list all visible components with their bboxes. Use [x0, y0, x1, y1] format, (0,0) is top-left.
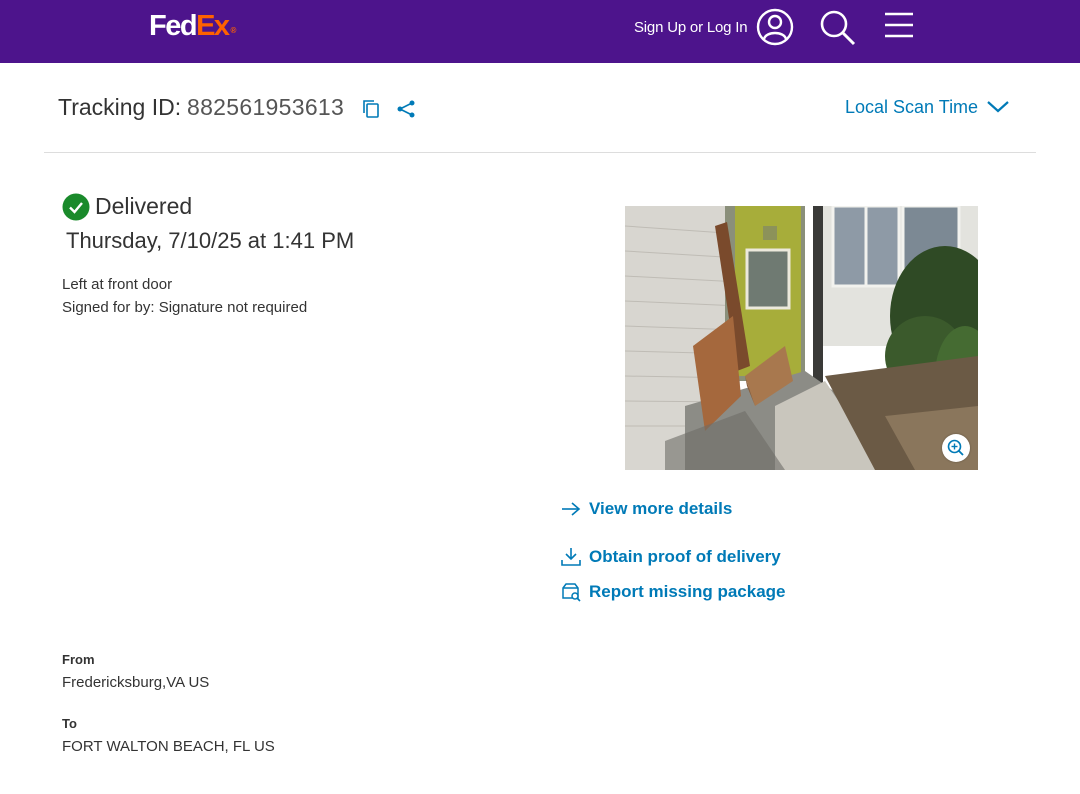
report-missing-package-link[interactable]: Report missing package	[561, 582, 786, 602]
from-label: From	[62, 652, 95, 667]
hamburger-menu-icon[interactable]	[884, 12, 914, 38]
section-divider	[44, 152, 1036, 153]
signed-for-info: Signed for by: Signature not required	[62, 299, 308, 316]
report-missing-package-label: Report missing package	[589, 582, 786, 601]
view-more-details-link[interactable]: View more details	[561, 499, 732, 519]
delivery-datetime: Thursday, 7/10/25 at 1:41 PM	[66, 228, 355, 253]
tracking-number: 882561953613	[187, 94, 345, 120]
logo-registered-mark: ®	[230, 26, 237, 35]
to-label: To	[62, 716, 77, 731]
checkmark-circle-icon	[62, 193, 90, 221]
package-search-icon	[562, 583, 581, 602]
logo-fed: Fed	[149, 10, 198, 42]
delivery-status: Delivered	[95, 193, 193, 219]
delivery-photo[interactable]	[625, 206, 978, 470]
to-location: FORT WALTON BEACH, FL US	[62, 738, 275, 755]
delivery-location: Left at front door	[62, 276, 173, 293]
logo-ex: Ex	[196, 10, 230, 42]
search-icon[interactable]	[818, 8, 858, 48]
sign-up-login-link[interactable]: Sign Up or Log In	[634, 19, 748, 36]
top-navigation-bar: FedEx ® Sign Up or Log In	[0, 0, 1080, 63]
arrow-right-icon	[562, 502, 581, 516]
obtain-proof-of-delivery-label: Obtain proof of delivery	[589, 547, 781, 566]
zoom-in-button[interactable]	[942, 434, 970, 462]
tracking-id-label: Tracking ID:	[58, 94, 182, 120]
copy-icon[interactable]	[362, 99, 380, 119]
zoom-in-icon	[947, 439, 964, 456]
obtain-proof-of-delivery-link[interactable]: Obtain proof of delivery	[561, 547, 781, 567]
share-icon[interactable]	[396, 99, 416, 119]
user-circle-icon[interactable]	[756, 8, 794, 46]
local-scan-time-toggle[interactable]: Local Scan Time	[845, 97, 978, 118]
from-location: Fredericksburg,VA US	[62, 674, 210, 691]
fedex-logo[interactable]: FedEx ®	[149, 10, 237, 43]
download-icon	[561, 548, 581, 566]
delivery-photo-image	[625, 206, 978, 470]
view-more-details-label: View more details	[589, 499, 733, 518]
chevron-down-icon[interactable]	[986, 98, 1010, 114]
